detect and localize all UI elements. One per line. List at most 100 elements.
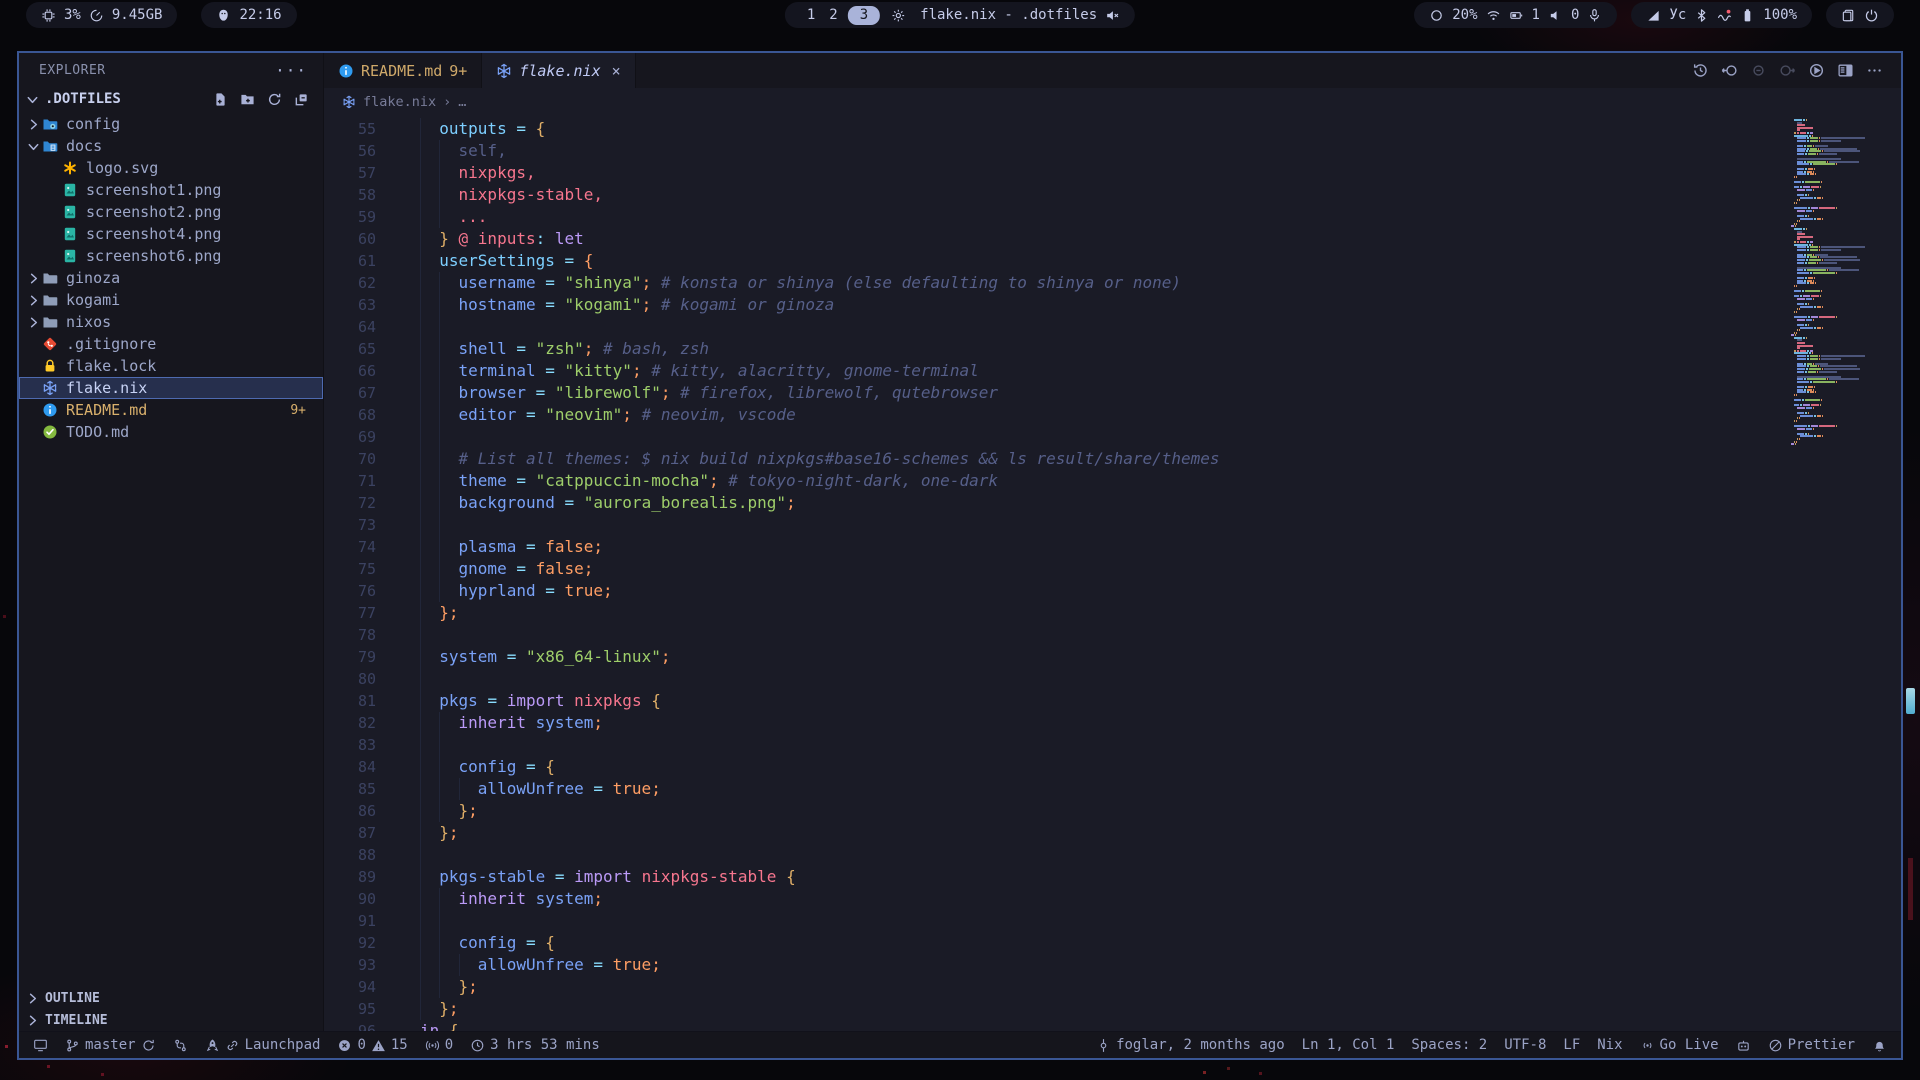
status-ports[interactable]: 0: [425, 1037, 453, 1053]
split-editor-icon[interactable]: [1837, 62, 1854, 79]
tree-item-flake-lock[interactable]: flake.lock: [19, 355, 323, 377]
run-icon[interactable]: [1808, 62, 1825, 79]
line-number: 58: [324, 184, 376, 206]
line-number: 76: [324, 580, 376, 602]
status-launchpad[interactable]: Launchpad: [205, 1037, 321, 1053]
status-encoding[interactable]: UTF-8: [1504, 1037, 1546, 1053]
indent-guide: [420, 184, 439, 206]
indent-guide: [420, 382, 439, 404]
pill-text: 1: [1532, 7, 1540, 23]
tree-item-label: README.md: [66, 401, 147, 419]
clipboard-icon: [1841, 8, 1856, 23]
line-number: 92: [324, 932, 376, 954]
clock-icon: [470, 1038, 485, 1053]
code-editor[interactable]: 55 outputs = {56 self,57 nixpkgs,58 nixp…: [324, 116, 1901, 1031]
tab-bar: README.md 9+ flake.nix ×: [324, 53, 1901, 88]
back-icon[interactable]: [1721, 62, 1738, 79]
wave-icon: [1717, 8, 1732, 23]
tab-flake-nix[interactable]: flake.nix ×: [482, 53, 635, 88]
status-problems[interactable]: 015: [337, 1037, 407, 1053]
tree-indent: [46, 182, 62, 198]
robot-icon: [1736, 1038, 1751, 1053]
status-copilot[interactable]: [1736, 1038, 1751, 1053]
timeline-label: TIMELINE: [45, 1013, 108, 1028]
code-line: 59 ...: [324, 206, 1220, 228]
line-number: 77: [324, 602, 376, 624]
status-notifications[interactable]: [1872, 1038, 1887, 1053]
status-indentation[interactable]: Spaces: 2: [1411, 1037, 1487, 1053]
status-go-live[interactable]: Go Live: [1640, 1037, 1719, 1053]
code-line: 95 };: [324, 998, 1220, 1020]
tree-indent: [46, 204, 62, 220]
pill-text: 9.45GB: [112, 7, 163, 23]
status-eol[interactable]: LF: [1563, 1037, 1580, 1053]
status-cursor-position[interactable]: Ln 1, Col 1: [1302, 1037, 1395, 1053]
status-wakatime[interactable]: 3 hrs 53 mins: [470, 1037, 600, 1053]
code-line: 76 hyprland = true;: [324, 580, 1220, 602]
status-remote-indicator[interactable]: [33, 1038, 48, 1053]
more-icon[interactable]: [1866, 62, 1883, 79]
code-line: 69: [324, 426, 1220, 448]
quick-stats-pill[interactable]: 20%10: [1414, 2, 1617, 28]
workspace-2[interactable]: 2: [822, 7, 844, 23]
tab-readme[interactable]: README.md 9+: [324, 53, 482, 88]
indent-guide: [420, 690, 439, 712]
tree-item-nixos[interactable]: nixos: [19, 311, 323, 333]
breadcrumb-file[interactable]: flake.nix: [363, 94, 436, 110]
collapse-all-icon[interactable]: [294, 92, 309, 107]
workspace-root-label: .DOTFILES: [45, 91, 121, 107]
tree-indent: [26, 380, 42, 396]
line-number: 90: [324, 888, 376, 910]
workspace-3[interactable]: 3: [848, 6, 880, 25]
tree-item-logo-svg[interactable]: logo.svg: [19, 157, 323, 179]
tree-item-screenshot6-png[interactable]: screenshot6.png: [19, 245, 323, 267]
status-git-compare[interactable]: [173, 1038, 188, 1053]
tree-item-flake-nix[interactable]: flake.nix: [19, 377, 323, 399]
workspace-1[interactable]: 1: [800, 7, 822, 23]
outline-section[interactable]: OUTLINE: [19, 987, 323, 1009]
status-prettier[interactable]: Prettier: [1768, 1037, 1855, 1053]
new-folder-icon[interactable]: [240, 92, 255, 107]
tree-item-screenshot2-png[interactable]: screenshot2.png: [19, 201, 323, 223]
status-gitlens-blame[interactable]: foglar, 2 months ago: [1096, 1037, 1285, 1053]
explorer-sidebar: EXPLORER ··· .DOTFILES configdocslogo.sv…: [19, 53, 324, 1031]
timeline-section[interactable]: TIMELINE: [19, 1009, 323, 1031]
tree-item-todo-md[interactable]: TODO.md: [19, 421, 323, 443]
refresh-icon[interactable]: [267, 92, 282, 107]
forward-icon[interactable]: [1750, 62, 1767, 79]
mute-icon[interactable]: [1105, 8, 1120, 23]
explorer-title: EXPLORER: [39, 63, 106, 78]
tree-item-readme-md[interactable]: README.md9+: [19, 399, 323, 421]
tree-indent: [26, 402, 42, 418]
tree-item--gitignore[interactable]: .gitignore: [19, 333, 323, 355]
indent-guide: [439, 316, 458, 338]
code-line: 65 shell = "zsh"; # bash, zsh: [324, 338, 1220, 360]
lock-icon: [42, 358, 59, 374]
tree-item-screenshot4-png[interactable]: screenshot4.png: [19, 223, 323, 245]
tree-item-label: screenshot1.png: [86, 181, 221, 199]
tree-item-kogami[interactable]: kogami: [19, 289, 323, 311]
tray-pill[interactable]: Ус100%: [1631, 2, 1812, 28]
tree-item-config[interactable]: config: [19, 113, 323, 135]
history-icon[interactable]: [1692, 62, 1709, 79]
circle-right-icon[interactable]: [1779, 62, 1796, 79]
indent-guide: [420, 558, 439, 580]
tree-item-ginoza[interactable]: ginoza: [19, 267, 323, 289]
status-label: 15: [391, 1037, 408, 1053]
indent-guide: [439, 448, 458, 470]
minimap[interactable]: [1791, 119, 1843, 446]
breadcrumb-symbol[interactable]: …: [458, 94, 466, 110]
new-file-icon[interactable]: [213, 92, 228, 107]
system-stats-pill[interactable]: 3%9.45GB: [26, 2, 177, 28]
pill-text: 0: [1571, 7, 1579, 23]
clock-pill[interactable]: 22:16: [201, 2, 296, 28]
tree-item-screenshot1-png[interactable]: screenshot1.png: [19, 179, 323, 201]
status-language-mode[interactable]: Nix: [1597, 1037, 1622, 1053]
status-git-branch[interactable]: master: [65, 1037, 156, 1053]
close-icon[interactable]: ×: [612, 62, 621, 80]
indent-guide: [439, 932, 458, 954]
tree-item-docs[interactable]: docs: [19, 135, 323, 157]
explorer-more-actions[interactable]: ···: [275, 61, 307, 80]
session-pill[interactable]: [1826, 2, 1894, 28]
workspace-root-row[interactable]: .DOTFILES: [19, 87, 323, 111]
